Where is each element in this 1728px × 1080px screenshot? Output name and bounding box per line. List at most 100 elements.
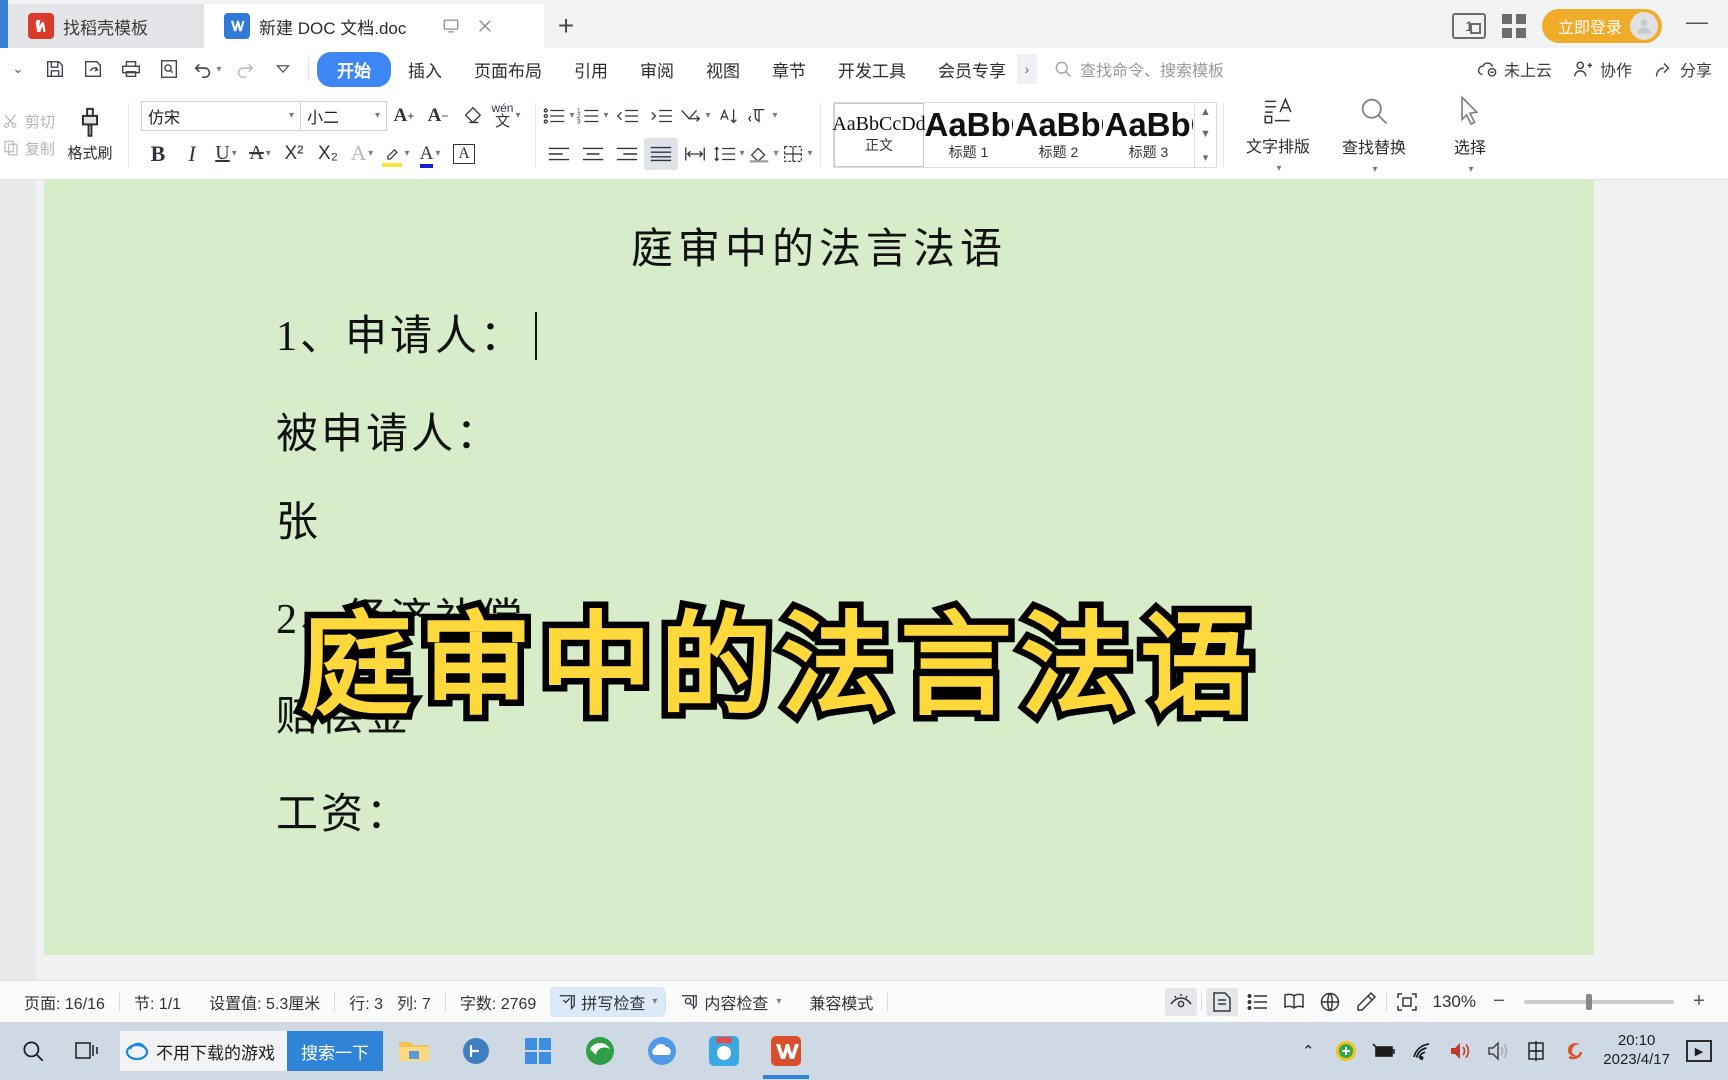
chevron-down-icon[interactable]: ▾	[289, 110, 294, 121]
zoom-slider[interactable]	[1524, 993, 1674, 1010]
show-marks-button[interactable]: ▾	[746, 100, 780, 132]
style-expand-icon[interactable]: ▾	[1195, 151, 1216, 164]
sort-button[interactable]	[712, 100, 746, 132]
shield-icon[interactable]	[1333, 1038, 1359, 1064]
ribbon-tab-developer[interactable]: 开发工具	[823, 52, 921, 87]
ribbon-collapse-icon[interactable]: ⌄	[4, 61, 32, 77]
status-row[interactable]: 行: 3	[335, 990, 397, 1014]
font-size-input[interactable]: 小二 ▾	[301, 100, 387, 131]
battery-icon[interactable]	[1371, 1038, 1397, 1064]
wps-icon[interactable]	[755, 1023, 817, 1079]
share-button[interactable]: 分享	[1652, 57, 1712, 81]
clear-format-button[interactable]	[455, 100, 489, 132]
vertical-ruler[interactable]	[0, 180, 36, 980]
edit-pen-icon[interactable]	[1350, 988, 1382, 1016]
ribbon-tab-home[interactable]: 开始	[317, 51, 391, 87]
pinyin-guide-button[interactable]: wén 文 ▾	[489, 100, 523, 132]
tab-document[interactable]: 新建 DOC 文档.doc	[204, 4, 544, 48]
align-right-button[interactable]	[610, 138, 644, 170]
shrink-font-button[interactable]: A −	[421, 100, 455, 132]
ime-icon[interactable]	[1523, 1038, 1549, 1064]
ribbon-tab-page-layout[interactable]: 页面布局	[459, 52, 557, 87]
document-area[interactable]: 庭审中的法言法语 1、申请人： 被申请人： 张 2、经济补偿 赔偿金 工资： 庭…	[0, 180, 1728, 980]
compat-mode-label[interactable]: 兼容模式	[795, 990, 887, 1014]
superscript-button[interactable]: X²	[277, 138, 311, 170]
volume-icon[interactable]	[1447, 1038, 1473, 1064]
strikethrough-button[interactable]: A ▾	[243, 138, 277, 170]
command-search[interactable]: 查找命令、搜索模板	[1053, 57, 1224, 81]
new-tab-button[interactable]: +	[544, 4, 588, 48]
undo-icon[interactable]: ▾	[190, 53, 224, 85]
status-word-count[interactable]: 字数: 2769	[446, 990, 551, 1014]
print-preview-icon[interactable]	[152, 53, 186, 85]
zoom-level-label[interactable]: 130%	[1427, 992, 1482, 1012]
wifi-icon[interactable]	[1409, 1038, 1435, 1064]
align-center-button[interactable]	[576, 138, 610, 170]
highlight-color-button[interactable]: ▾	[379, 138, 413, 170]
onedrive-icon[interactable]	[631, 1023, 693, 1079]
bullet-list-button[interactable]: ▾	[542, 100, 576, 132]
ribbon-tab-view[interactable]: 视图	[691, 52, 755, 87]
increase-indent-button[interactable]	[644, 100, 678, 132]
tab-restore-icon[interactable]	[441, 16, 461, 36]
chevron-down-icon[interactable]: ▾	[375, 110, 380, 121]
scroll-down-icon[interactable]: ▼	[1195, 128, 1216, 140]
copy-button[interactable]: 复制	[2, 138, 58, 159]
save-icon[interactable]	[38, 53, 72, 85]
show-desktop-button[interactable]: ▶	[1686, 1040, 1712, 1062]
volume2-icon[interactable]	[1485, 1038, 1511, 1064]
zoom-in-button[interactable]: +	[1686, 990, 1712, 1013]
cloud-status-button[interactable]: 未上云	[1476, 57, 1552, 81]
taskbar-search-button[interactable]: 搜索一下	[287, 1031, 383, 1071]
distribute-button[interactable]	[678, 138, 712, 170]
tab-close-icon[interactable]	[475, 16, 495, 36]
merge-paragraph-button[interactable]: ▾	[678, 100, 712, 132]
document-page[interactable]: 庭审中的法言法语 1、申请人： 被申请人： 张 2、经济补偿 赔偿金 工资：	[44, 180, 1594, 955]
store-icon[interactable]	[507, 1023, 569, 1079]
status-column[interactable]: 列: 7	[397, 990, 445, 1014]
print-icon[interactable]	[114, 53, 148, 85]
app-grid-icon[interactable]	[1501, 14, 1526, 38]
outline-view-icon[interactable]	[1242, 988, 1274, 1016]
numbered-list-button[interactable]: 1 2 3 ▾	[576, 100, 610, 132]
shading-button[interactable]: ▾	[746, 138, 780, 170]
page-view-icon[interactable]	[1205, 987, 1238, 1016]
status-page[interactable]: 页面: 16/16	[10, 990, 119, 1014]
live-icon[interactable]	[693, 1023, 755, 1079]
status-setting-value[interactable]: 设置值: 5.3厘米	[195, 990, 334, 1014]
tab-docer-template[interactable]: 找稻壳模板	[8, 4, 204, 48]
ribbon-tab-vip[interactable]: 会员专享	[923, 52, 1021, 87]
read-view-icon[interactable]	[1278, 988, 1310, 1016]
search-icon[interactable]	[6, 1024, 60, 1078]
file-explorer-icon[interactable]	[383, 1023, 445, 1079]
subscript-button[interactable]: X₂	[311, 138, 345, 170]
line-spacing-button[interactable]: ▾	[712, 138, 746, 170]
taskbar-clock[interactable]: 20:10 2023/4/17	[1599, 1032, 1674, 1070]
font-name-input[interactable]: 仿宋 ▾	[141, 100, 301, 131]
ribbon-tab-section[interactable]: 章节	[757, 52, 821, 87]
align-justify-button[interactable]	[644, 137, 678, 170]
status-section[interactable]: 节: 1/1	[120, 990, 195, 1014]
align-left-button[interactable]	[542, 138, 576, 170]
redo-icon[interactable]	[228, 53, 262, 85]
style-normal[interactable]: AaBbCcDd 正文	[832, 102, 926, 167]
fit-page-icon[interactable]	[1391, 988, 1423, 1016]
contentcheck-button[interactable]: 内容检查 ▾	[666, 990, 795, 1014]
document-paragraph-2[interactable]: 被申请人：	[276, 400, 501, 461]
text-effect-button[interactable]: A ▾	[345, 138, 379, 170]
style-heading-3[interactable]: AaBbCc 标题 3	[1104, 103, 1194, 167]
cut-button[interactable]: 剪切	[2, 111, 58, 132]
style-heading-2[interactable]: AaBbC 标题 2	[1014, 103, 1104, 167]
decrease-indent-button[interactable]	[610, 100, 644, 132]
task-view-icon[interactable]	[60, 1024, 114, 1078]
ribbon-tab-insert[interactable]: 插入	[393, 52, 457, 87]
scroll-up-icon[interactable]: ▲	[1195, 106, 1216, 118]
document-paragraph-3[interactable]: 张	[276, 488, 321, 549]
loop-icon[interactable]	[445, 1023, 507, 1079]
zoom-out-button[interactable]: −	[1486, 990, 1512, 1013]
character-border-button[interactable]: A	[447, 138, 481, 170]
zoom-slider-knob[interactable]	[1586, 993, 1592, 1010]
ribbon-tab-review[interactable]: 审阅	[625, 52, 689, 87]
eye-icon[interactable]	[1164, 987, 1197, 1016]
style-gallery-scroll[interactable]: ▲ ▼ ▾	[1194, 102, 1216, 167]
